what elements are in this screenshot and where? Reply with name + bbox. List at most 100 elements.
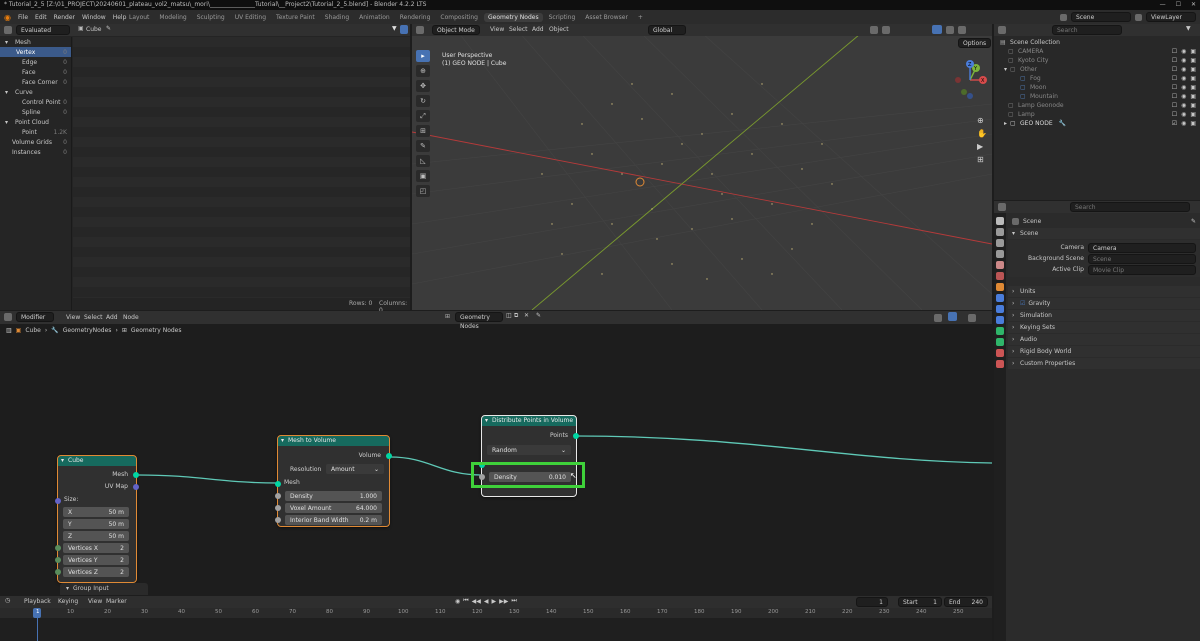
tree-item-point-cloud[interactable]: ▾ Point Cloud: [0, 117, 71, 127]
eye-icon[interactable]: ◉: [1181, 93, 1186, 100]
particles-tab-icon[interactable]: [996, 305, 1004, 313]
tl-menu-marker[interactable]: Marker: [106, 598, 127, 605]
play-reverse-icon[interactable]: ◀: [484, 598, 489, 605]
scene-field[interactable]: Scene: [1071, 12, 1131, 22]
node-mesh-to-volume-header[interactable]: ▾ Mesh to Volume: [278, 436, 389, 446]
outliner-filter-icon[interactable]: ▼: [1186, 25, 1191, 32]
view-layer-field[interactable]: ViewLayer: [1146, 12, 1196, 22]
cube-vertices-y-field[interactable]: Vertices Y2: [63, 555, 129, 565]
eye-icon[interactable]: ◉: [1181, 66, 1186, 73]
checkbox-icon[interactable]: ☐: [1172, 102, 1177, 109]
menu-render[interactable]: Render: [54, 14, 75, 21]
add-cube-tool-icon[interactable]: ▣: [416, 170, 430, 182]
panel-scene[interactable]: ▾ Scene: [1008, 228, 1200, 239]
outliner-item-geo-node[interactable]: ▸ ▢ GEO NODE 🔧 ☑ ◉ ▣: [994, 119, 1200, 128]
eye-icon[interactable]: ◉: [1181, 57, 1186, 64]
view-layer-tab-icon[interactable]: [996, 250, 1004, 258]
solid-shading-icon[interactable]: [932, 25, 942, 34]
filter-toggle-icon[interactable]: [400, 25, 408, 34]
panel-gravity[interactable]: › ☑ Gravity: [1008, 298, 1200, 309]
properties-editor-icon[interactable]: [998, 203, 1006, 211]
move-tool-icon[interactable]: ✥: [416, 80, 430, 92]
panel-units[interactable]: › Units: [1008, 286, 1200, 297]
panel-keying-sets[interactable]: › Keying Sets: [1008, 322, 1200, 333]
cube-vertices-x-field[interactable]: Vertices X2: [63, 543, 129, 553]
checkbox-icon[interactable]: ☐: [1172, 111, 1177, 118]
tab-uv-editing[interactable]: UV Editing: [231, 13, 270, 22]
cursor-tool-icon[interactable]: ⊕: [416, 65, 430, 77]
physics-tab-icon[interactable]: [996, 316, 1004, 324]
eye-icon[interactable]: ◉: [1181, 75, 1186, 82]
panel-rigid-body-world[interactable]: › Rigid Body World: [1008, 346, 1200, 357]
outliner-item-fog[interactable]: ▢ Fog ☐ ◉ ▣: [994, 74, 1200, 83]
vp-menu-view[interactable]: View: [490, 26, 504, 33]
object-tab-icon[interactable]: [996, 283, 1004, 291]
tree-item-face-corner[interactable]: Face Corner 0: [0, 77, 71, 87]
rendered-shading-icon[interactable]: [958, 26, 966, 34]
tree-item-curve[interactable]: ▾ Curve: [0, 87, 71, 97]
close-icon[interactable]: ✕: [1191, 0, 1196, 10]
camera-icon[interactable]: ▣: [1190, 84, 1196, 91]
node-mesh-to-volume[interactable]: ▾ Mesh to Volume Volume Resolution Amount…: [275, 435, 392, 527]
eye-icon[interactable]: ◉: [1181, 48, 1186, 55]
timeline-ruler[interactable]: 1 10 20 30 40 50 60 70 80 90 100 110 120…: [0, 608, 992, 618]
checkbox-icon[interactable]: ☐: [1172, 75, 1177, 82]
cube-size-y-field[interactable]: Y 50 m: [63, 519, 129, 529]
annotate-tool-icon[interactable]: ✎: [416, 140, 430, 152]
resolution-mode-dropdown[interactable]: Amount ⌄: [326, 464, 384, 474]
play-icon[interactable]: ▶: [492, 598, 497, 605]
end-frame-field[interactable]: End 240: [944, 597, 988, 607]
gravity-checkbox-icon[interactable]: ☑: [1020, 300, 1025, 307]
ortho-grid-icon[interactable]: ⊞: [977, 155, 987, 164]
spreadsheet-editor-icon[interactable]: [4, 26, 12, 34]
properties-search-input[interactable]: Search: [1070, 202, 1190, 212]
tab-shading[interactable]: Shading: [321, 13, 353, 22]
tab-asset-browser[interactable]: Asset Browser: [581, 13, 632, 22]
viewport-options-button[interactable]: Options: [958, 38, 992, 48]
density-input-socket[interactable]: [275, 493, 281, 499]
add-workspace-icon[interactable]: +: [634, 13, 647, 22]
scene-tab-icon[interactable]: [996, 261, 1004, 269]
material-tab-icon[interactable]: [996, 349, 1004, 357]
camera-view-icon[interactable]: ▶: [977, 142, 987, 151]
tool-tab-icon[interactable]: [996, 217, 1004, 225]
mesh-input-socket[interactable]: [275, 481, 281, 487]
node-cube-header[interactable]: ▾ Cube: [58, 456, 136, 466]
rotate-tool-icon[interactable]: ↻: [416, 95, 430, 107]
outliner-item-mountain[interactable]: ▢ Mountain ☐ ◉ ▣: [994, 92, 1200, 101]
outliner-item-camera[interactable]: ▢ CAMERA ☐ ◉ ▣: [994, 47, 1200, 56]
outliner-item-kyoto-city[interactable]: ▢ Kyoto City ☐ ◉ ▣: [994, 56, 1200, 65]
navigation-gizmo[interactable]: X Y Z: [950, 58, 990, 108]
tab-scripting[interactable]: Scripting: [545, 13, 580, 22]
tab-compositing[interactable]: Compositing: [436, 13, 482, 22]
menu-file[interactable]: File: [18, 14, 28, 21]
transform-tool-icon[interactable]: ⊞: [416, 125, 430, 137]
tab-animation[interactable]: Animation: [355, 13, 394, 22]
panel-simulation[interactable]: › Simulation: [1008, 310, 1200, 321]
outliner-item-other[interactable]: ▾ ▢ Other ☐ ◉ ▣: [994, 65, 1200, 74]
camera-icon[interactable]: ▣: [1190, 111, 1196, 118]
select-box-tool-icon[interactable]: ▸: [416, 50, 430, 62]
vp-menu-object[interactable]: Object: [549, 26, 569, 33]
tree-item-volume-grids[interactable]: Volume Grids 0: [0, 137, 71, 147]
tree-item-mesh[interactable]: ▾ Mesh: [0, 37, 71, 47]
checkbox-icon[interactable]: ☑: [1172, 120, 1177, 127]
camera-icon[interactable]: ▣: [1190, 120, 1196, 127]
camera-icon[interactable]: ▣: [1190, 66, 1196, 73]
viewport-editor-icon[interactable]: [416, 26, 424, 34]
camera-icon[interactable]: ▣: [1190, 102, 1196, 109]
minimize-icon[interactable]: —: [1160, 0, 1166, 10]
spreadsheet-grid[interactable]: [73, 37, 410, 299]
tab-layout[interactable]: Layout: [125, 13, 153, 22]
camera-icon[interactable]: ▣: [1190, 48, 1196, 55]
tl-menu-keying[interactable]: Keying: [58, 598, 78, 605]
cube-size-input-socket[interactable]: [55, 498, 61, 504]
active-clip-field[interactable]: Movie Clip: [1088, 264, 1196, 275]
checkbox-icon[interactable]: ☐: [1172, 66, 1177, 73]
modifier-tab-icon[interactable]: [996, 294, 1004, 302]
eye-icon[interactable]: ◉: [1181, 111, 1186, 118]
panel-audio[interactable]: › Audio: [1008, 334, 1200, 345]
tab-sculpting[interactable]: Sculpting: [193, 13, 229, 22]
pan-hand-icon[interactable]: ✋: [977, 129, 987, 138]
material-shading-icon[interactable]: [946, 26, 954, 34]
